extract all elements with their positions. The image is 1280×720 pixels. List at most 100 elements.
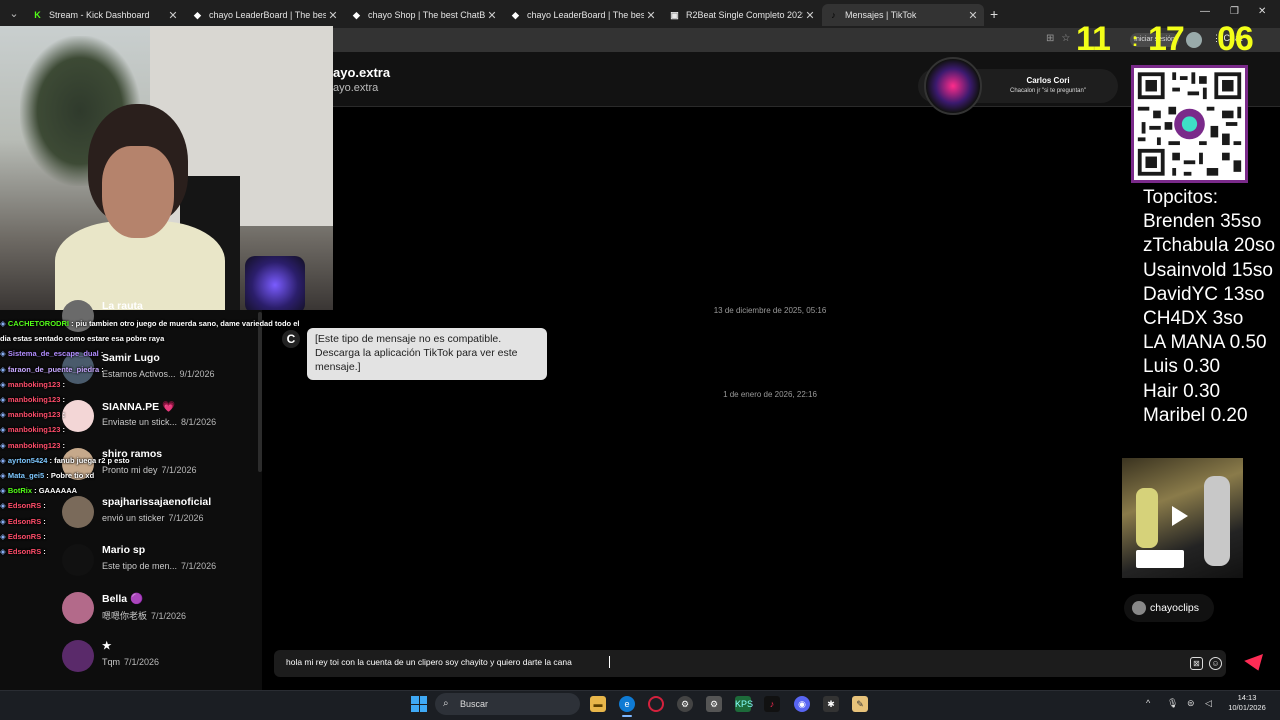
message-bubble: [Este tipo de mensaje no es compatible. … <box>307 328 547 380</box>
conversation-name: Mario sp <box>102 544 146 556</box>
notepad-icon[interactable]: ✎ <box>852 696 868 712</box>
send-icon[interactable] <box>1244 654 1268 674</box>
restore-icon[interactable]: ❐ <box>1230 6 1239 17</box>
new-tab-button[interactable]: + <box>990 6 998 22</box>
conversation-item[interactable]: shiro ramos Pronto mi dey 7/1/2026 <box>62 446 262 490</box>
conversation-name: SIANNA.PE 💗 <box>102 401 176 413</box>
conversation-item[interactable]: Samir Lugo Estamos Activos... 9/1/2026 <box>62 350 262 394</box>
windows-taskbar <box>0 690 1280 720</box>
address-bar-icons[interactable]: ⊞☆ <box>1046 33 1077 44</box>
tab-close-icon[interactable]: ✕ <box>803 9 817 22</box>
tab-title: chayo Shop | The best ChatBot and <box>368 10 485 20</box>
tab-favicon-icon: ◆ <box>512 9 519 20</box>
microphone-icon[interactable]: 🎙 <box>1167 698 1178 709</box>
conversation-item[interactable]: spajharissajaenoficial envió un sticker 7/… <box>62 494 262 538</box>
opera-icon[interactable] <box>648 696 664 712</box>
conversation-name: Bella 🟣 <box>102 593 144 605</box>
conversation-preview-row <box>102 317 106 327</box>
conversation-date: 7/1/2026 <box>124 657 160 667</box>
browser-tab[interactable]: ◆ chayo LeaderBoard | The best Chat✕ <box>504 4 662 26</box>
video-thumbnail[interactable] <box>1122 458 1243 578</box>
conversation-preview-row: 嗯嗯你老板 7/1/2026 <box>102 609 186 622</box>
tab-close-icon[interactable]: ✕ <box>326 9 340 22</box>
volume-icon[interactable]: ◁ <box>1205 698 1212 709</box>
tab-search-chevron-icon[interactable]: ⌄ <box>6 7 22 21</box>
tab-favicon-icon: ▣ <box>670 9 679 20</box>
topcitos-title: Topcitos: <box>1143 187 1218 208</box>
tab-close-icon[interactable]: ✕ <box>644 9 658 22</box>
conversation-handle: ayo.extra <box>333 82 379 94</box>
tiktok-app-icon[interactable]: ♪ <box>764 696 780 712</box>
webcam-feed <box>0 26 333 310</box>
tab-title: R2Beat Single Completo 2023 - Ju <box>686 10 803 20</box>
edge-browser-icon[interactable]: e <box>619 696 635 712</box>
song-artist: Carlos Cori <box>1026 76 1070 85</box>
kps-app-icon[interactable]: KPS <box>735 696 753 712</box>
conversation-name: shiro ramos <box>102 448 163 460</box>
conversation-item[interactable]: SIANNA.PE 💗 Enviaste un stick... 8/1/2026 <box>62 398 262 442</box>
video-figure <box>1204 476 1230 566</box>
conversation-item[interactable]: Bella 🟣 嗯嗯你老板 7/1/2026 <box>62 590 262 634</box>
text-caret <box>609 656 610 668</box>
topcitos-entry: CH4DX 3so <box>1143 308 1244 330</box>
close-window-icon[interactable]: ✕ <box>1258 6 1266 17</box>
taskbar-clock[interactable]: 14:13 10/01/2026 <box>1222 693 1272 713</box>
tab-favicon-icon: K <box>34 9 41 20</box>
topcitos-entry: Hair 0.30 <box>1143 380 1221 402</box>
conversation-preview: Enviaste un stick... <box>102 417 178 427</box>
conversation-name: ★ <box>102 640 112 652</box>
conversation-preview: Este tipo de men... <box>102 561 178 571</box>
sender-avatar[interactable]: C <box>282 330 300 348</box>
avatar <box>62 400 94 432</box>
browser-tab[interactable]: ▣ R2Beat Single Completo 2023 - Ju✕ <box>663 4 821 26</box>
conversation-item[interactable]: ★ Tqm 7/1/2026 <box>62 638 262 682</box>
gif-sticker-icon[interactable]: ⊠ <box>1190 657 1203 670</box>
browser-tab[interactable]: ♪ Mensajes | TikTok ✕ <box>822 4 984 26</box>
tab-close-icon[interactable]: ✕ <box>485 9 499 22</box>
browser-tab[interactable]: K Stream - Kick Dashboard ✕ <box>26 4 184 26</box>
taskbar-search[interactable] <box>435 693 580 715</box>
song-title: Chacalon jr "si te preguntan" <box>1010 88 1086 94</box>
channel-avatar <box>1132 601 1146 615</box>
topcitos-entry: Usainvold 15so <box>1143 259 1273 281</box>
yape-qr-code <box>1131 65 1248 183</box>
emoji-icon[interactable]: ☺ <box>1209 657 1222 670</box>
conversation-preview-row: Enviaste un stick... 8/1/2026 <box>102 417 216 427</box>
conversation-preview-row: Estamos Activos... 9/1/2026 <box>102 369 215 379</box>
windows-start-icon[interactable] <box>411 696 427 712</box>
topcitos-leaderboard: Topcitos: Brenden 35so zTchabula 20so Usai… <box>1143 186 1280 428</box>
message-timestamp: 1 de enero de 2026, 22:16 <box>723 390 817 399</box>
active-app-indicator <box>622 715 632 717</box>
tray-chevron-icon[interactable]: ^ <box>1146 698 1150 708</box>
screen: { "browser": { "tabs": [ {"title": "Stre… <box>0 0 1280 720</box>
play-icon[interactable] <box>1172 506 1188 526</box>
browser-tab[interactable]: ◆ chayo LeaderBoard | The best Chat✕ <box>186 4 344 26</box>
topcitos-entry: LA MANA 0.50 <box>1143 332 1267 354</box>
wifi-icon[interactable]: ⊜ <box>1187 698 1195 709</box>
settings-icon[interactable]: ⚙ <box>706 696 722 712</box>
tab-favicon-icon: ◆ <box>194 9 201 20</box>
search-icon: ⌕ <box>443 698 449 709</box>
conversation-item[interactable]: Mario sp Este tipo de men... 7/1/2026 <box>62 542 262 586</box>
conversation-list-scrollbar[interactable] <box>258 312 262 472</box>
file-explorer-icon[interactable]: ▬ <box>590 696 606 712</box>
conversation-preview-row: envió un sticker 7/1/2026 <box>102 513 204 523</box>
app-icon[interactable]: ✱ <box>823 696 839 712</box>
channel-name: chayoclips <box>1150 602 1200 614</box>
profile-avatar[interactable] <box>1186 32 1202 48</box>
conversation-date: 8/1/2026 <box>181 417 217 427</box>
network-app-icon[interactable]: ⚙ <box>677 696 693 712</box>
tab-favicon-icon: ♪ <box>831 9 836 20</box>
conversation-name[interactable]: ayo.extra <box>333 65 390 80</box>
discord-icon[interactable]: ◉ <box>794 696 810 712</box>
message-input-text[interactable]: hola mi rey toi con la cuenta de un clip… <box>286 657 572 667</box>
conversation-item[interactable]: La rauta <box>62 298 262 342</box>
minimize-icon[interactable]: — <box>1200 6 1210 17</box>
tab-title: Mensajes | TikTok <box>845 10 917 20</box>
tab-close-icon[interactable]: ✕ <box>166 9 180 22</box>
browser-tab[interactable]: ◆ chayo Shop | The best ChatBot and✕ <box>345 4 503 26</box>
conversation-name: La rauta <box>102 300 143 312</box>
conversation-preview: Tqm <box>102 657 120 667</box>
taskbar-time: 14:13 <box>1237 693 1257 702</box>
tab-close-icon[interactable]: ✕ <box>966 9 980 22</box>
